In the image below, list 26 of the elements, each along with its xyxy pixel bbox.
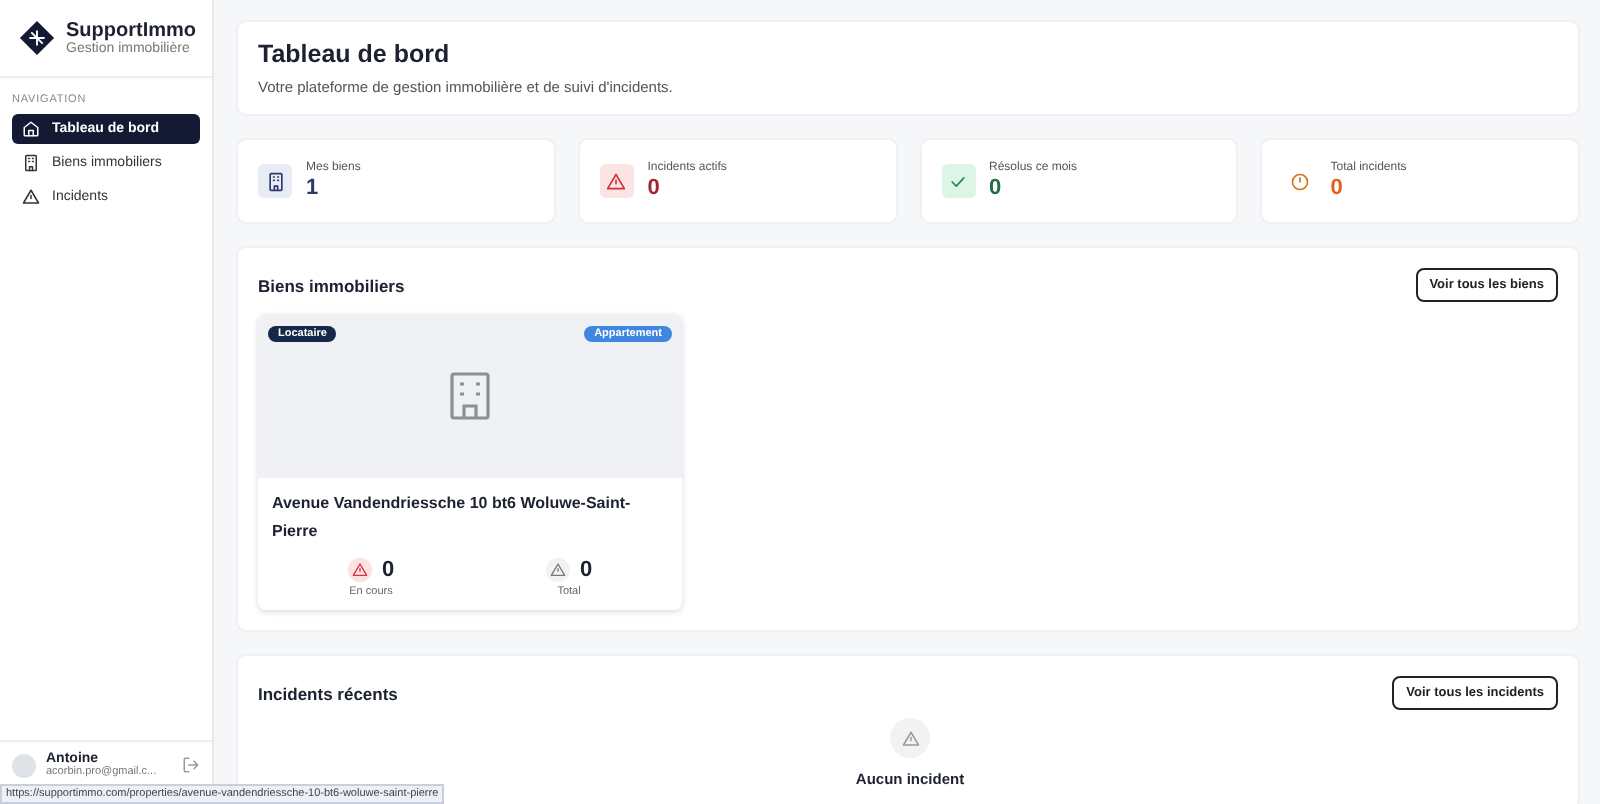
section-title: Incidents récents	[258, 683, 398, 703]
stat-value: 0	[989, 176, 1004, 200]
building-icon	[450, 372, 490, 420]
warning-icon	[606, 171, 627, 191]
stat-value: 0	[1330, 176, 1345, 200]
stat-value: 1	[306, 176, 321, 200]
logout-button[interactable]	[182, 756, 200, 774]
property-address: Avenue Vandendriessche 10 bt6 Woluwe-Saint-Pierre	[272, 492, 633, 544]
home-icon	[22, 120, 40, 138]
warning-icon	[351, 562, 368, 578]
building-icon	[22, 154, 40, 172]
building-icon	[265, 171, 285, 191]
brand-name: SupportImmo	[66, 20, 196, 42]
warning-icon	[549, 562, 566, 578]
logo-icon	[18, 18, 56, 58]
check-icon	[948, 171, 968, 191]
section-title: Biens immobiliers	[258, 275, 405, 295]
warning-icon	[22, 188, 40, 206]
count-value: 0	[381, 558, 395, 582]
page-title: Tableau de bord	[258, 40, 452, 68]
avatar	[12, 753, 36, 777]
count-value: 0	[579, 558, 593, 582]
logout-icon	[182, 756, 200, 774]
warning-icon	[901, 729, 919, 747]
alert-circle-icon	[1289, 171, 1310, 191]
stat-value: 0	[647, 176, 662, 200]
